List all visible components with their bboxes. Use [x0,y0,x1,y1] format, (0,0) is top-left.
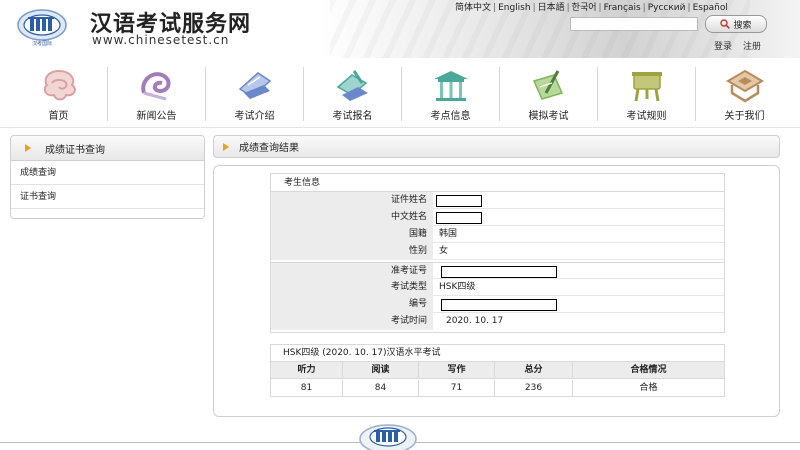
rules-icon [632,72,662,102]
row-label: 中文姓名 [271,209,433,226]
search-button[interactable]: 搜索 [705,15,767,33]
row-label: 考试时间 [271,313,433,330]
redaction-box [436,212,482,224]
row-label: 性别 [271,243,433,260]
nav-label: 考试介绍 [234,111,275,122]
score-table: HSK四级 (2020. 10. 17)汉语水平考试 听力 阅读 写作 总分 合… [270,344,725,397]
score-cell: 84 [343,380,419,397]
score-header-cell: 阅读 [343,362,419,379]
info-title: 考生信息 [271,174,724,192]
table-row: 性别 女 [271,243,724,260]
sidebar: 成绩证书查询 成绩查询 证书查询 [10,135,205,219]
nav-item-centers[interactable]: 考点信息 [402,61,499,125]
login-link[interactable]: 登录 [714,39,732,52]
nav-item-mock[interactable]: 模拟考试 [500,61,597,125]
nav-label: 模拟考试 [528,111,569,122]
search-button-label: 搜索 [733,20,752,31]
score-header-cell: 听力 [271,362,343,379]
nav-label: 考试规则 [626,111,667,122]
about-icon [726,69,764,103]
nav-item-register[interactable]: 考试报名 [304,61,401,125]
intro-icon [238,72,272,99]
nav-label: 新闻公告 [136,111,177,122]
register-icon [336,70,368,101]
nav-item-rules[interactable]: 考试规则 [598,61,695,125]
row-label: 准考证号 [271,263,433,280]
table-row: 准考证号 [271,262,724,280]
score-cell: 81 [271,380,343,397]
main-nav: 首页 新闻公告 考试介绍 考试报名 考点信息 模拟考试 考试规则 关于我们 [10,61,790,125]
language-switcher: 简体中文 | English | 日本語 | 한국어 | Français | Русский | Es… [455,3,728,13]
divider [0,127,800,128]
register-link[interactable]: 注册 [743,39,761,52]
result-title: 成绩查询结果 [239,143,299,154]
site-url: www.chinesetest.cn [92,33,230,47]
nav-item-news[interactable]: 新闻公告 [108,61,205,125]
svg-text:汉考国际: 汉考国际 [32,40,52,47]
table-row: 国籍 韩国 [271,226,724,243]
nav-item-home[interactable]: 首页 [10,61,107,125]
score-cell: 合格 [639,383,658,393]
arrow-right-icon [25,144,31,152]
nav-item-intro[interactable]: 考试介绍 [206,61,303,125]
row-value: 女 [439,246,449,256]
result-header: 成绩查询结果 [213,135,780,158]
search-input[interactable] [570,17,698,31]
sidebar-item-certificate-query[interactable]: 证书查询 [11,185,204,209]
sidebar-item-score-query[interactable]: 成绩查询 [11,161,204,185]
nav-label: 首页 [48,111,69,122]
score-value-row: 81 84 71 236 合格 [271,380,724,397]
table-row: 考试时间 2020. 10. 17 [271,313,724,330]
row-value: 2020. 10. 17 [446,316,504,326]
nav-label: 考点信息 [430,111,471,122]
row-label: 国籍 [271,226,433,243]
row-value: 韩国 [439,229,458,239]
lang-en[interactable]: English [498,3,531,13]
arrow-right-icon [223,142,229,151]
table-row: 证件姓名 [271,192,724,209]
lang-es[interactable]: Español [693,3,728,13]
footer-logo-icon [359,424,417,450]
score-title: HSK四级 (2020. 10. 17)汉语水平考试 [271,345,724,362]
lang-ja[interactable]: 日本語 [538,3,565,13]
score-header-cell: 总分 [495,362,573,379]
row-label: 证件姓名 [271,192,433,209]
chinesetest-logo-icon[interactable]: 汉考国际 [15,7,69,47]
news-icon [141,72,171,101]
lang-ko[interactable]: 한국어 [572,3,597,13]
score-header-cell: 合格情况 [630,365,667,375]
score-cell: 71 [419,380,495,397]
search-icon [720,19,731,29]
nav-label: 考试报名 [332,111,373,122]
redaction-box [441,266,557,278]
lang-fr[interactable]: Français [604,3,641,13]
table-row: 中文姓名 [271,209,724,226]
home-icon [43,69,76,101]
table-row: 考试类型 HSK四级 [271,279,724,296]
score-header-cell: 写作 [419,362,495,379]
sidebar-header: 成绩证书查询 [11,136,204,161]
redaction-box [436,195,482,207]
mock-icon [532,70,564,100]
table-row: 编号 [271,296,724,313]
candidate-info-table: 考生信息 证件姓名 中文姓名 国籍 韩国 性别 女 准考证号 考试类型 HSK四… [270,173,725,333]
sidebar-title: 成绩证书查询 [45,144,105,156]
row-value: HSK四级 [439,282,476,292]
row-label: 考试类型 [271,279,433,296]
score-cell: 236 [495,380,573,397]
lang-zh[interactable]: 简体中文 [455,3,491,13]
redaction-box [441,299,557,311]
score-header-row: 听力 阅读 写作 总分 合格情况 [271,362,724,379]
lang-ru[interactable]: Русский [648,3,686,13]
nav-item-about[interactable]: 关于我们 [696,61,793,125]
nav-label: 关于我们 [724,111,765,122]
row-label: 编号 [271,296,433,313]
center-icon [434,71,468,101]
